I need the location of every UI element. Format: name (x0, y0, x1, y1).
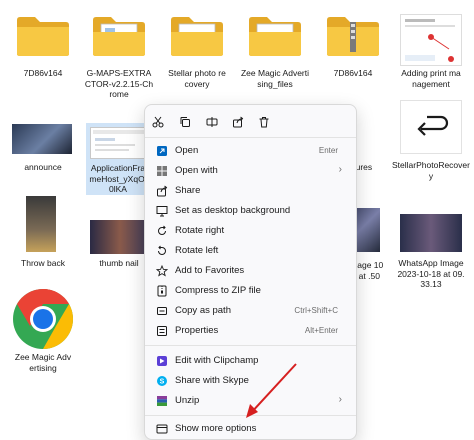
menu-separator (145, 137, 356, 138)
zip-folder-icon (325, 14, 381, 58)
file-label: Throw back (21, 258, 65, 268)
file-label: 7D86v164 (23, 68, 63, 78)
file-tile[interactable]: 7D86v164 (0, 10, 86, 80)
menu-item-shortcut: Enter (318, 146, 338, 155)
menu-item-label: Open (175, 145, 199, 156)
chrome-icon (12, 288, 74, 350)
file-tile-selected[interactable]: ApplicationFrameHost_yXqOl0lKA (86, 123, 150, 195)
open-icon (155, 144, 169, 158)
menu-item-label: Share (175, 185, 201, 196)
rename-icon[interactable] (203, 113, 221, 131)
file-label: Zee Magic Advertising (14, 352, 72, 373)
share-icon (155, 184, 169, 198)
menu-item-unzip[interactable]: Unzip › (149, 391, 352, 411)
menu-item-properties[interactable]: Properties Alt+Enter (149, 321, 352, 341)
rotate-left-icon (155, 244, 169, 258)
folder-icon (15, 14, 71, 58)
open-with-icon (155, 164, 169, 178)
menu-item-label: Properties (175, 325, 219, 336)
menu-item-compress-zip[interactable]: Compress to ZIP file (149, 281, 352, 301)
path-icon (155, 304, 169, 318)
properties-icon (155, 324, 169, 338)
menu-item-shortcut: Alt+Enter (304, 326, 338, 335)
svg-text:S: S (160, 379, 165, 386)
file-label: Zee Magic Advertising_files (240, 68, 310, 89)
menu-item-set-desktop-background[interactable]: Set as desktop background (149, 201, 352, 221)
delete-icon[interactable] (255, 113, 273, 131)
menu-item-add-to-favorites[interactable]: Add to Favorites (149, 261, 352, 281)
wallpaper-icon (155, 204, 169, 218)
clipchamp-icon (155, 354, 169, 368)
skype-icon: S (155, 374, 169, 388)
file-tile[interactable]: 7D86v164 (310, 10, 396, 80)
file-tile[interactable]: Throw back (0, 196, 86, 268)
file-label: Stellar photo recovery (168, 68, 226, 89)
folder-icon (91, 14, 147, 58)
context-menu: Open Enter Open with › Share Set as desk… (144, 104, 357, 440)
menu-item-label: Unzip (175, 395, 200, 406)
menu-item-open-with[interactable]: Open with › (149, 161, 352, 181)
image-thumbnail (90, 220, 150, 254)
menu-item-rotate-left[interactable]: Rotate left (149, 241, 352, 261)
image-thumbnail (400, 100, 462, 154)
file-tile[interactable]: Zee Magic Advertising (0, 288, 86, 374)
menu-item-label: Add to Favorites (175, 265, 245, 276)
rotate-right-icon (155, 224, 169, 238)
cut-icon[interactable] (149, 113, 167, 131)
menu-item-label: Rotate left (175, 245, 219, 256)
file-label: WhatsApp Image 2023-10-18 at 09.33.13 (397, 258, 465, 289)
zip-icon (155, 284, 169, 298)
file-tile[interactable]: Zee Magic Advertising_files (232, 10, 318, 90)
file-label: StellarPhotoRecovery (392, 160, 470, 181)
star-icon (155, 264, 169, 278)
folder-icon (247, 14, 303, 58)
chevron-right-icon: › (338, 394, 342, 405)
menu-item-label: Compress to ZIP file (175, 285, 261, 296)
folder-icon (169, 14, 225, 58)
image-thumbnail (12, 124, 72, 154)
file-tile[interactable]: announce (0, 120, 86, 180)
file-label: ApplicationFrameHost_yXqOl0lKA (89, 163, 147, 194)
menu-separator (145, 415, 356, 416)
image-thumbnail (90, 127, 146, 159)
menu-item-edit-with-clipchamp[interactable]: Edit with Clipchamp (149, 351, 352, 371)
file-label: Adding print management (401, 68, 461, 89)
menu-item-label: Show more options (175, 423, 257, 434)
menu-separator (145, 345, 356, 346)
file-tile[interactable]: StellarPhotoRecovery (388, 100, 474, 190)
menu-item-show-more-options[interactable]: Show more options (149, 419, 352, 439)
file-label: announce (24, 162, 62, 172)
file-tile[interactable]: G-MAPS-EXTRACTOR-v2.2.15-Chrome (76, 10, 162, 100)
context-menu-quick-actions (145, 111, 358, 133)
menu-item-label: Share with Skype (175, 375, 249, 386)
chevron-right-icon: › (338, 164, 342, 175)
menu-item-copy-as-path[interactable]: Copy as path Ctrl+Shift+C (149, 301, 352, 321)
menu-item-label: Copy as path (175, 305, 231, 316)
menu-item-share[interactable]: Share (149, 181, 352, 201)
file-tile[interactable]: Adding print management (388, 10, 474, 90)
menu-item-label: Set as desktop background (175, 205, 291, 216)
file-tile[interactable]: Stellar photo recovery (154, 10, 240, 90)
winrar-icon (155, 394, 169, 408)
image-thumbnail (26, 196, 56, 252)
file-label: 7D86v164 (333, 68, 373, 78)
menu-item-share-with-skype[interactable]: S Share with Skype (149, 371, 352, 391)
file-tile[interactable]: WhatsApp Image 2023-10-18 at 09.33.13 (388, 208, 474, 298)
menu-item-label: Edit with Clipchamp (175, 355, 259, 366)
menu-item-label: Open with (175, 165, 218, 176)
image-thumbnail (400, 214, 462, 252)
file-label: G-MAPS-EXTRACTOR-v2.2.15-Chrome (84, 68, 154, 99)
more-options-icon (155, 422, 169, 436)
copy-icon[interactable] (176, 113, 194, 131)
share-icon[interactable] (229, 113, 247, 131)
menu-item-rotate-right[interactable]: Rotate right (149, 221, 352, 241)
menu-item-shortcut: Ctrl+Shift+C (294, 306, 338, 315)
menu-item-open[interactable]: Open Enter (149, 141, 352, 161)
image-thumbnail (400, 14, 462, 66)
menu-item-label: Rotate right (175, 225, 225, 236)
